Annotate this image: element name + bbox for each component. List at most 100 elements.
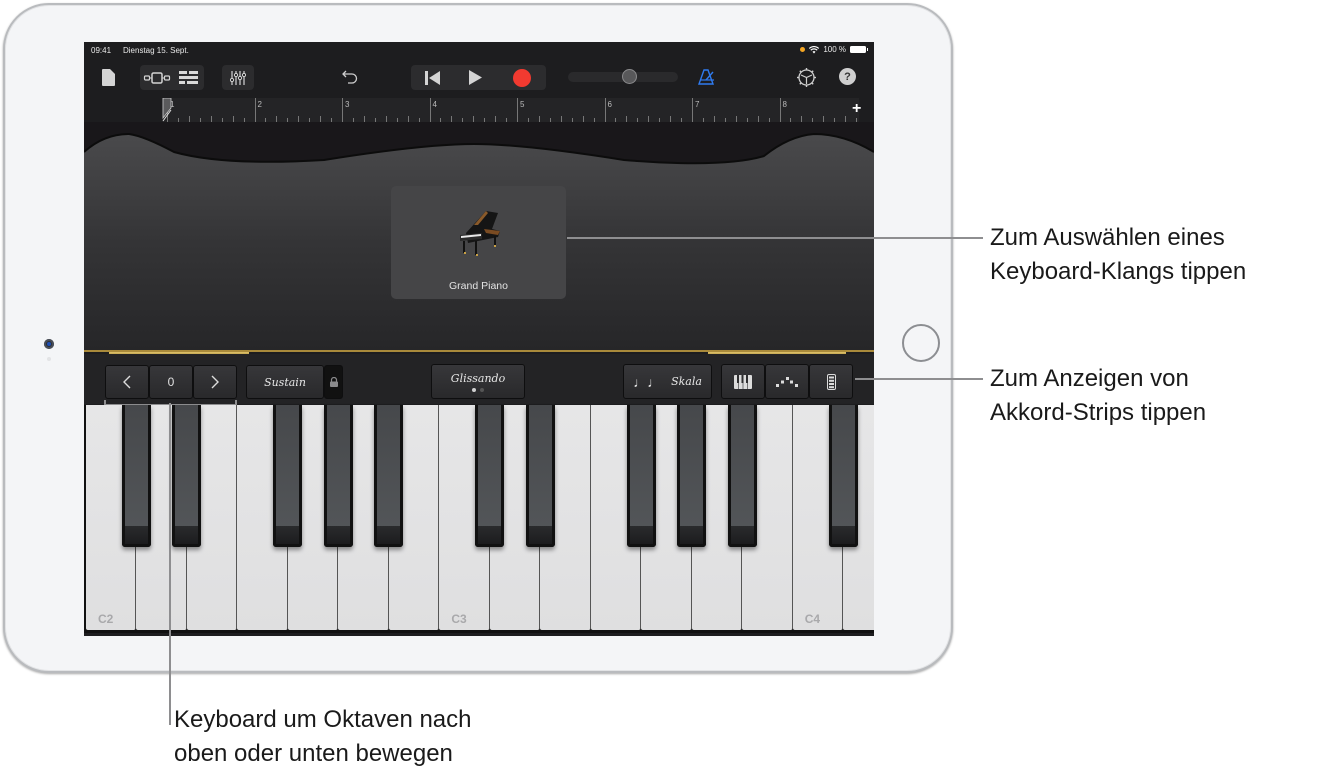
ruler-bar-number: 4 bbox=[432, 100, 437, 109]
chord-strips-icon bbox=[826, 373, 836, 390]
black-key[interactable] bbox=[374, 405, 404, 547]
undo-button[interactable] bbox=[339, 66, 361, 88]
glissando-label: Glissando bbox=[450, 371, 506, 385]
callout-octave: Keyboard um Oktaven nach oben oder unten… bbox=[174, 703, 472, 771]
volume-slider[interactable] bbox=[568, 69, 678, 84]
home-button[interactable] bbox=[902, 324, 940, 362]
view-toggle-icon bbox=[143, 71, 170, 84]
page-dot-active bbox=[472, 387, 476, 392]
callout-sound-line2: Keyboard-Klangs tippen bbox=[990, 258, 1247, 285]
black-key[interactable] bbox=[525, 405, 555, 547]
callout-sound: Zum Auswählen eines Keyboard-Klangs tipp… bbox=[990, 221, 1246, 289]
help-button[interactable]: ? bbox=[839, 68, 856, 85]
note-label: C2 bbox=[98, 612, 114, 626]
record-button[interactable] bbox=[499, 65, 544, 90]
add-section-button[interactable]: + bbox=[852, 100, 861, 118]
settings-button[interactable] bbox=[795, 66, 817, 88]
note-label: C4 bbox=[804, 612, 821, 626]
mixer-icon bbox=[230, 70, 246, 85]
metronome-icon bbox=[697, 69, 714, 85]
lock-icon bbox=[329, 377, 338, 387]
ruler-bar-line bbox=[692, 98, 693, 122]
keyboard-layout-button[interactable] bbox=[721, 364, 765, 399]
ruler-bar-line bbox=[342, 98, 343, 122]
rewind-icon bbox=[424, 70, 440, 85]
black-key[interactable] bbox=[121, 405, 151, 547]
battery-percent: 100 % bbox=[823, 45, 846, 54]
black-key[interactable] bbox=[727, 405, 757, 547]
scale-button[interactable]: ♩♩ Skala bbox=[623, 364, 712, 399]
metronome-button[interactable] bbox=[695, 66, 717, 88]
document-icon bbox=[101, 68, 115, 86]
instrument-selector-button[interactable]: Grand Piano bbox=[391, 186, 566, 299]
notes-icon: ♩♩ bbox=[633, 373, 662, 390]
black-key[interactable] bbox=[273, 405, 303, 547]
sustain-button[interactable]: Sustain bbox=[246, 365, 324, 399]
sensor bbox=[47, 357, 51, 361]
note-label: C3 bbox=[451, 612, 467, 626]
record-icon bbox=[512, 68, 531, 87]
callout-line-chords bbox=[855, 378, 983, 380]
scale-label: Skala bbox=[671, 375, 702, 388]
black-key[interactable] bbox=[475, 405, 505, 547]
callout-octave-line1: Keyboard um Oktaven nach bbox=[174, 706, 472, 733]
black-key[interactable] bbox=[677, 405, 707, 547]
camera-icon bbox=[44, 339, 54, 349]
ruler-bar-line bbox=[254, 98, 256, 122]
play-icon bbox=[469, 70, 482, 85]
callout-sound-line1: Zum Auswählen eines bbox=[990, 224, 1225, 251]
ruler-bar-line bbox=[429, 98, 431, 122]
ruler-bar-number: 3 bbox=[345, 100, 350, 109]
black-key[interactable] bbox=[828, 405, 858, 547]
octave-value: 0 bbox=[149, 365, 193, 399]
glissando-button[interactable]: Glissando bbox=[431, 364, 525, 399]
octave-down-button[interactable] bbox=[105, 365, 149, 399]
chevron-right-icon bbox=[211, 375, 219, 389]
playhead-marker[interactable] bbox=[162, 98, 172, 122]
ruler-bar-number: 6 bbox=[607, 100, 612, 109]
status-date: Dienstag 15. Sept. bbox=[123, 46, 189, 55]
callout-chords: Zum Anzeigen von Akkord-Strips tippen bbox=[990, 362, 1206, 430]
keyboard-controls: 0 Sustain Glissando ♩♩ Skala bbox=[84, 354, 874, 406]
tracks-view-icon bbox=[179, 71, 198, 84]
grand-piano-icon bbox=[460, 211, 500, 256]
ruler-bar-line bbox=[779, 98, 781, 122]
ruler-bar-number: 7 bbox=[695, 100, 700, 109]
ruler-bar-number: 5 bbox=[520, 100, 525, 109]
battery-icon bbox=[850, 46, 868, 53]
black-key[interactable] bbox=[626, 405, 656, 547]
black-key[interactable] bbox=[172, 405, 202, 547]
ruler-bar-line bbox=[604, 98, 606, 122]
chevron-left-icon bbox=[123, 375, 131, 389]
page-dot bbox=[480, 387, 484, 392]
instrument-view-button[interactable] bbox=[141, 65, 172, 90]
garageband-screen: 09:41 Dienstag 15. Sept. 100 % ? 1 2 3 4… bbox=[84, 42, 874, 636]
page-indicator[interactable] bbox=[472, 387, 484, 392]
black-key[interactable] bbox=[323, 405, 353, 547]
arpeggiator-button[interactable] bbox=[765, 364, 809, 399]
play-button[interactable] bbox=[454, 65, 497, 90]
settings-icon bbox=[796, 67, 816, 87]
arpeggiator-icon bbox=[776, 376, 798, 387]
callout-line-octave bbox=[169, 403, 171, 725]
status-time: 09:41 bbox=[91, 46, 112, 55]
callout-chords-line1: Zum Anzeigen von bbox=[990, 365, 1189, 392]
rewind-button[interactable] bbox=[412, 65, 452, 90]
instrument-name: Grand Piano bbox=[449, 280, 508, 292]
ruler-bar-number: 8 bbox=[782, 100, 787, 109]
callout-chords-line2: Akkord-Strips tippen bbox=[990, 399, 1207, 426]
callout-octave-line2: oben oder unten bewegen bbox=[174, 740, 453, 767]
sustain-lock-button[interactable] bbox=[324, 365, 343, 399]
wifi-icon bbox=[809, 45, 820, 53]
chord-strips-button[interactable] bbox=[809, 364, 853, 399]
tracks-view-button[interactable] bbox=[173, 65, 204, 90]
recording-indicator-icon bbox=[800, 47, 806, 52]
volume-slider-thumb[interactable] bbox=[622, 69, 637, 84]
timeline-ruler[interactable]: 12345678 bbox=[162, 98, 859, 122]
callout-line-sound bbox=[567, 237, 983, 239]
undo-icon bbox=[342, 70, 358, 84]
mixer-button[interactable] bbox=[222, 65, 254, 90]
my-songs-button[interactable] bbox=[100, 67, 116, 87]
ruler-bar-number: 2 bbox=[257, 100, 262, 109]
octave-up-button[interactable] bbox=[193, 365, 237, 399]
